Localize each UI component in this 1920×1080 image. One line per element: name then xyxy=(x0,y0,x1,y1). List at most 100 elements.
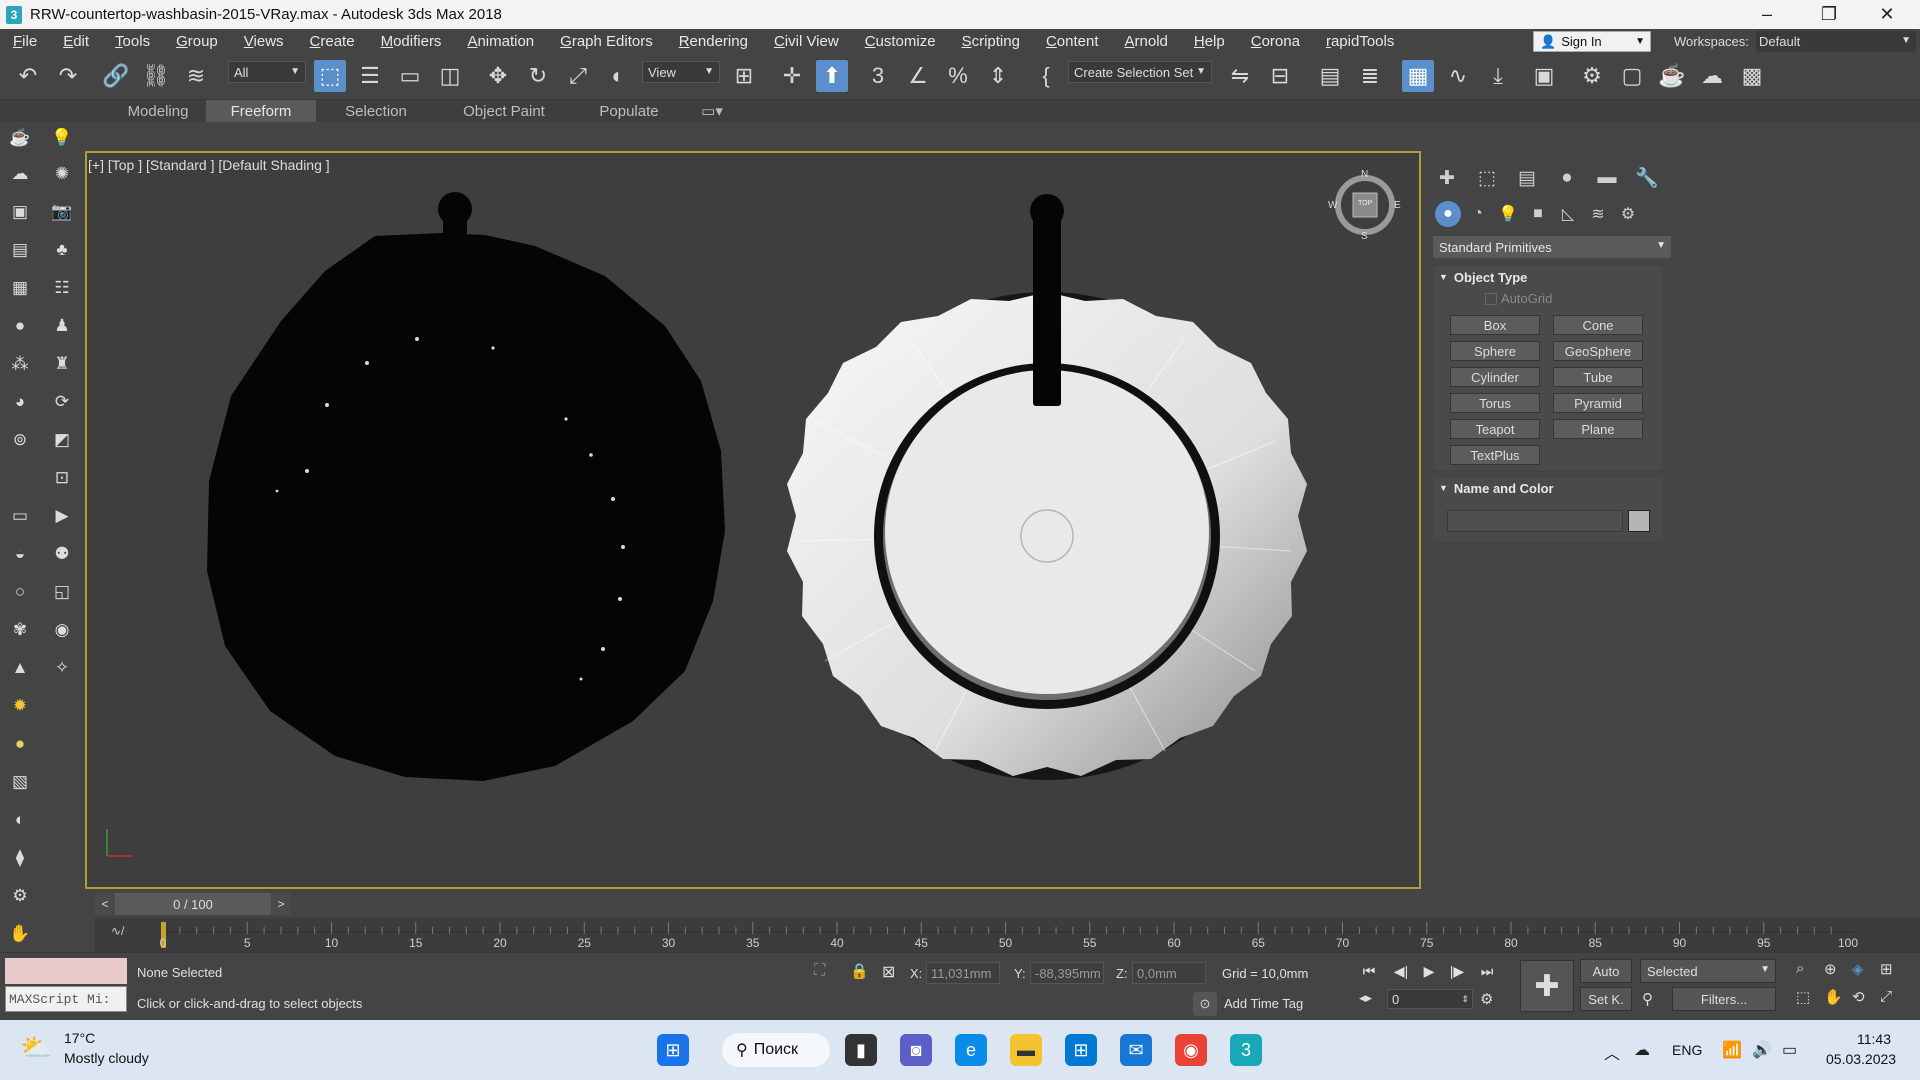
key-mode-icon[interactable]: ◂▸ xyxy=(1359,990,1372,1006)
maxscript-listener-input[interactable]: MAXScript Mi: xyxy=(5,986,127,1012)
pan-icon[interactable]: ✋ xyxy=(1824,988,1843,1006)
spinner-snap-icon[interactable]: ⇕ xyxy=(982,60,1014,92)
menu-animation[interactable]: Animation xyxy=(454,33,547,50)
wifi-icon[interactable]: 📶 xyxy=(1722,1040,1742,1060)
menu-file[interactable]: File xyxy=(0,33,50,50)
play-icon[interactable]: ▶ xyxy=(1416,960,1442,982)
file-explorer-icon[interactable]: ▬ xyxy=(1010,1034,1042,1066)
toy-icon[interactable]: ⚉ xyxy=(50,542,74,566)
current-frame-field[interactable]: 0 ⇕ xyxy=(1387,989,1473,1009)
chrome-browser-icon[interactable]: ◉ xyxy=(1175,1034,1207,1066)
brain-icon[interactable]: ✾ xyxy=(8,618,32,642)
add-time-tag-icon[interactable]: ⊙ xyxy=(1193,992,1217,1016)
cylinder-button[interactable]: Cylinder xyxy=(1450,367,1540,387)
filters-button[interactable]: Filters... xyxy=(1672,987,1776,1011)
render-in-cloud-icon[interactable]: ☁ xyxy=(1696,60,1728,92)
onedrive-icon[interactable]: ☁ xyxy=(1634,1040,1650,1060)
object-name-input[interactable] xyxy=(1447,510,1623,532)
menu-group[interactable]: Group xyxy=(163,33,231,50)
display-tab-icon[interactable]: ▬ xyxy=(1592,165,1622,191)
named-selection-set-dropdown[interactable]: Create Selection Set ▼ xyxy=(1068,61,1212,83)
tab-freeform[interactable]: Freeform xyxy=(206,100,316,122)
autogrid-checkbox[interactable] xyxy=(1485,293,1497,305)
scene-explorer-icon[interactable]: ▤ xyxy=(1314,60,1346,92)
redo-icon[interactable]: ↷ xyxy=(52,60,84,92)
menu-modifiers[interactable]: Modifiers xyxy=(368,33,455,50)
show-hidden-icons-chevron[interactable]: ︿ xyxy=(1604,1040,1620,1064)
pill-icon[interactable]: ◐ xyxy=(8,808,32,832)
zoom-extents-all-icon[interactable]: ⊞ xyxy=(1880,960,1893,978)
panel-icon[interactable]: ▭ xyxy=(8,504,32,528)
photo-icon[interactable]: ◩ xyxy=(50,428,74,452)
orbit-icon[interactable]: ⟲ xyxy=(1852,988,1865,1006)
motion-tab-icon[interactable]: ● xyxy=(1552,165,1582,191)
angle-snap-icon[interactable]: ∠ xyxy=(902,60,934,92)
menu-content[interactable]: Content xyxy=(1033,33,1112,50)
list-icon[interactable]: ☷ xyxy=(50,276,74,300)
gradient-icon[interactable]: ▧ xyxy=(8,770,32,794)
sun-icon[interactable]: ✺ xyxy=(50,162,74,186)
zoom-icon[interactable]: ⌕ xyxy=(1796,960,1804,977)
selection-lock-icon[interactable]: 🔒 xyxy=(850,962,869,980)
tab-populate[interactable]: Populate xyxy=(586,100,672,122)
taskbar-search[interactable]: ⚲ Поиск xyxy=(722,1033,830,1067)
menu-corona[interactable]: Corona xyxy=(1238,33,1313,50)
window-crossing-icon[interactable]: ◫ xyxy=(434,60,466,92)
menu-scripting[interactable]: Scripting xyxy=(949,33,1033,50)
document-icon[interactable]: ▤ xyxy=(8,238,32,262)
ball-icon[interactable]: ● xyxy=(8,732,32,756)
link-icon[interactable]: 🔗 xyxy=(100,60,132,92)
menu-civil-view[interactable]: Civil View xyxy=(761,33,852,50)
minimize-button[interactable]: – xyxy=(1744,0,1790,29)
cone-icon[interactable]: ▲ xyxy=(8,656,32,680)
figure-icon[interactable]: ♟ xyxy=(50,314,74,338)
image-icon[interactable]: ▣ xyxy=(8,200,32,224)
z-coordinate-field[interactable]: 0,0mm xyxy=(1132,962,1206,984)
render-setup-icon[interactable]: ⚙ xyxy=(1576,60,1608,92)
scene-objects[interactable] xyxy=(85,151,1421,889)
modify-tab-icon[interactable]: ⬚ xyxy=(1472,165,1502,191)
create-tab-icon[interactable]: ✚ xyxy=(1432,165,1462,191)
dome-icon[interactable]: ◒ xyxy=(8,542,32,566)
go-to-start-icon[interactable]: ⏮ xyxy=(1356,960,1382,982)
menu-views[interactable]: Views xyxy=(231,33,297,50)
previous-frame-icon[interactable]: ◀| xyxy=(1388,960,1414,982)
go-to-end-icon[interactable]: ⏭ xyxy=(1474,960,1500,982)
align-icon[interactable]: ⊟ xyxy=(1264,60,1296,92)
add-time-tag[interactable]: Add Time Tag xyxy=(1224,996,1303,1011)
next-frame-icon[interactable]: |▶ xyxy=(1444,960,1470,982)
chess-piece-icon[interactable]: ♜ xyxy=(50,352,74,376)
set-key-button[interactable]: Set K. xyxy=(1580,987,1632,1011)
weather-description[interactable]: Mostly cloudy xyxy=(64,1050,149,1066)
node-icon[interactable]: ⁂ xyxy=(8,352,32,376)
menu-rapidtools[interactable]: rapidTools xyxy=(1313,33,1407,50)
helpers-icon[interactable]: ◺ xyxy=(1555,201,1581,227)
menu-create[interactable]: Create xyxy=(297,33,368,50)
rendered-frame-window-icon[interactable]: ▢ xyxy=(1616,60,1648,92)
time-slider-next[interactable]: > xyxy=(271,893,291,915)
table-icon[interactable]: ▦ xyxy=(8,276,32,300)
microsoft-store-icon[interactable]: ⊞ xyxy=(1065,1034,1097,1066)
toggle-ribbon-icon[interactable]: ▦ xyxy=(1402,60,1434,92)
tube-button[interactable]: Tube xyxy=(1553,367,1643,387)
teapot-button[interactable]: Teapot xyxy=(1450,419,1540,439)
y-coordinate-field[interactable]: -88,395mm xyxy=(1030,962,1104,984)
transform-mode-icon[interactable]: ⊠ xyxy=(882,962,895,982)
close-button[interactable]: ✕ xyxy=(1864,0,1910,29)
dark-basin-object[interactable] xyxy=(207,192,725,781)
auto-key-button[interactable]: Auto xyxy=(1580,959,1632,983)
weather-temperature[interactable]: 17°C xyxy=(64,1030,95,1046)
menu-tools[interactable]: Tools xyxy=(102,33,163,50)
place-icon[interactable]: ◐ xyxy=(602,60,634,92)
clock-time[interactable]: 11:43 xyxy=(1857,1031,1891,1047)
maxscript-listener-output[interactable] xyxy=(5,958,127,984)
sign-in-dropdown[interactable]: 👤 Sign In ▼ xyxy=(1533,31,1651,52)
white-washbasin-object[interactable] xyxy=(787,194,1307,780)
workspace-dropdown[interactable]: Default ▼ xyxy=(1756,31,1916,52)
material-editor-icon[interactable]: ▣ xyxy=(1528,60,1560,92)
select-object-icon[interactable]: ⬚ xyxy=(314,60,346,92)
volume-icon[interactable]: 🔊 xyxy=(1752,1040,1772,1060)
rectangular-selection-icon[interactable]: ▭ xyxy=(394,60,426,92)
keyboard-shortcut-override-icon[interactable]: ⬆ xyxy=(816,60,848,92)
cone-button[interactable]: Cone xyxy=(1553,315,1643,335)
